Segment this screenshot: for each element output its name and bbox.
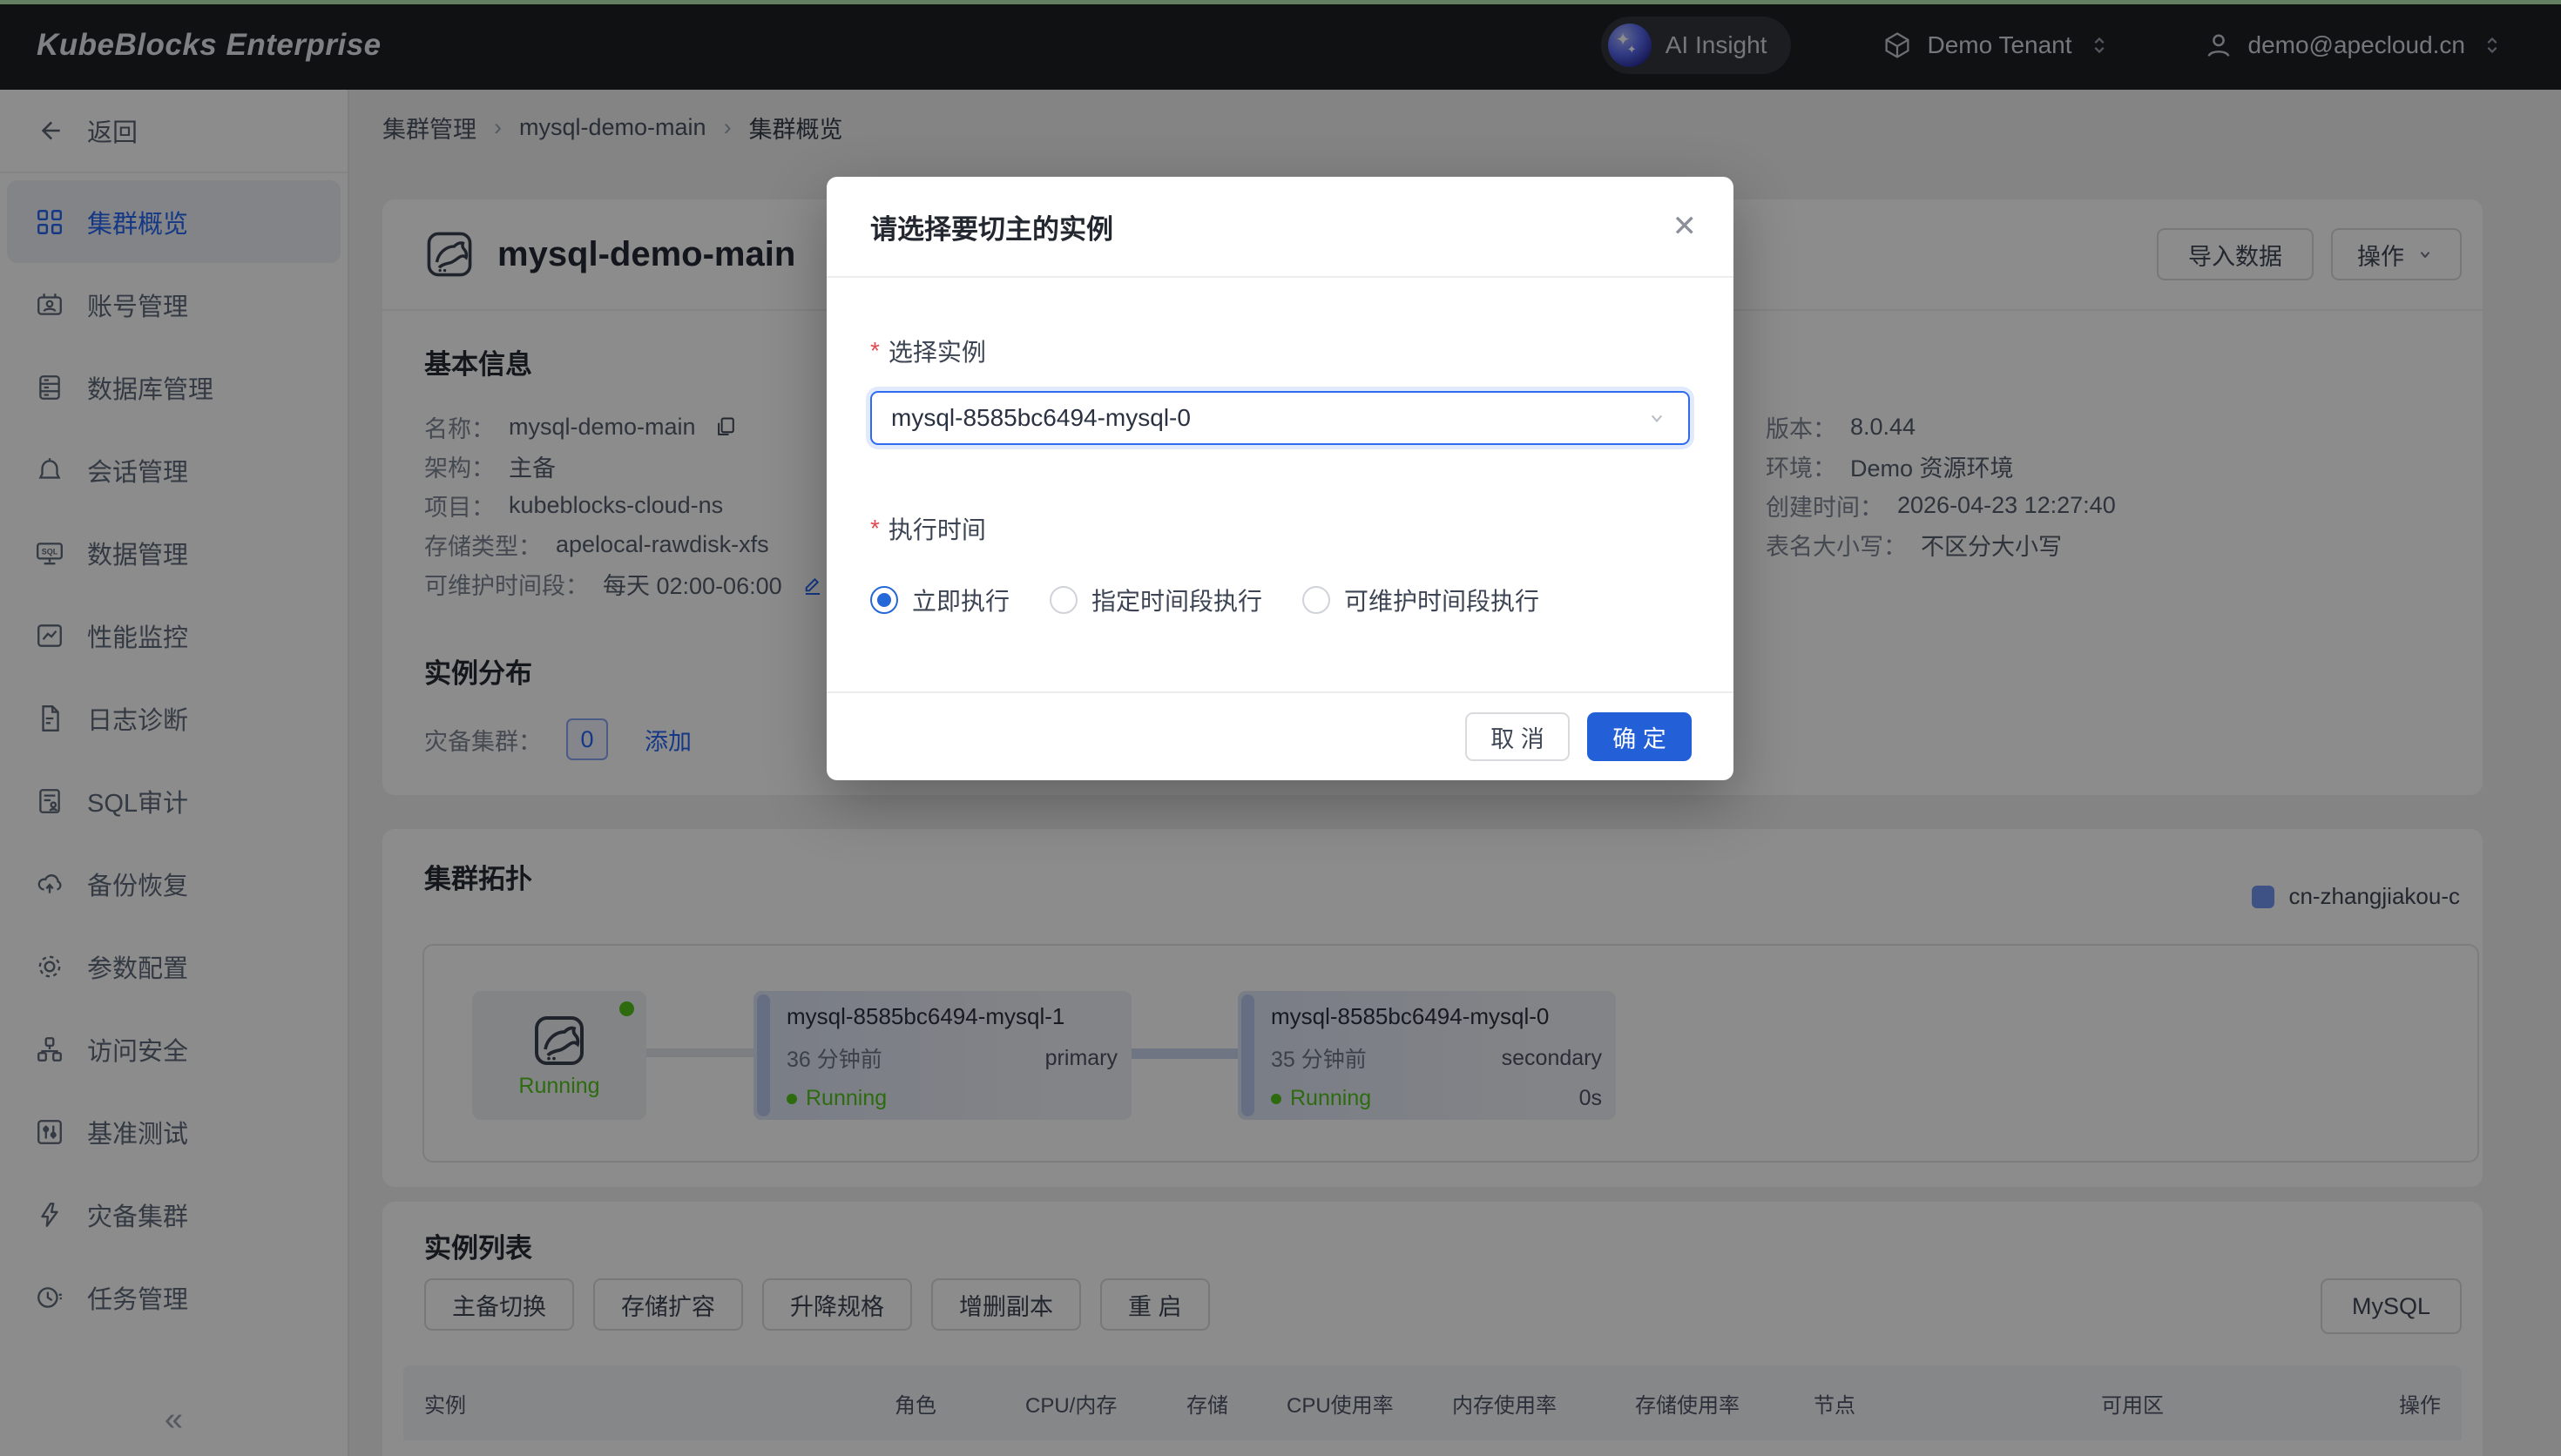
modal-footer: 取 消 确 定 [827,691,1733,780]
confirm-button[interactable]: 确 定 [1587,712,1692,761]
execution-time-options: 立即执行 指定时间段执行 可维护时间段执行 [870,583,1690,617]
modal-body: * 选择实例 mysql-8585bc6494-mysql-0 * 执行时间 [827,334,1733,617]
cancel-button[interactable]: 取 消 [1465,712,1570,761]
radio-maintenance-window[interactable]: 可维护时间段执行 [1302,583,1539,617]
radio-immediate[interactable]: 立即执行 [870,583,1010,617]
radio-circle-icon [1302,586,1330,614]
switchover-modal: 请选择要切主的实例 ✕ * 选择实例 mysql-8585bc6494-mysq… [827,177,1733,780]
close-icon[interactable]: ✕ [1672,212,1698,241]
modal-header: 请选择要切主的实例 [827,177,1733,278]
required-asterisk: * [870,337,880,365]
required-asterisk: * [870,515,880,543]
time-field-label: * 执行时间 [870,511,1690,546]
radio-scheduled[interactable]: 指定时间段执行 [1050,583,1262,617]
chevron-down-icon [1645,406,1669,430]
instance-field-label: * 选择实例 [870,334,1690,368]
instance-select-value: mysql-8585bc6494-mysql-0 [891,404,1191,432]
app-root: KubeBlocks Enterprise ✦✦ AI Insight Demo… [0,0,2561,1456]
instance-select[interactable]: mysql-8585bc6494-mysql-0 [870,391,1690,445]
radio-circle-icon [1050,586,1078,614]
modal-title: 请选择要切主的实例 [870,207,1113,246]
radio-circle-icon [870,586,898,614]
